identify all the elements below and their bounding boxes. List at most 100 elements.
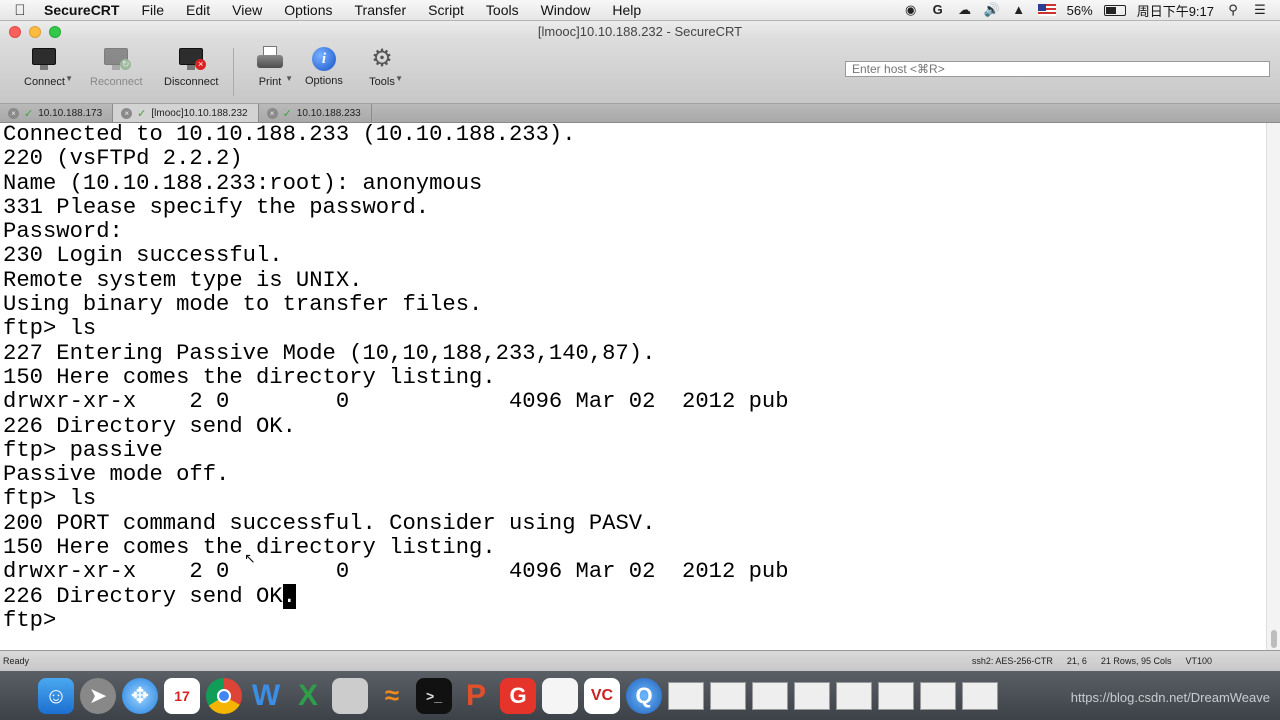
terminal-line: Name (10.10.188.233:root): anonymous [3,170,483,196]
tab-close-icon[interactable]: × [121,107,133,119]
tab-session-173[interactable]: × ✓ 10.10.188.173 [0,104,114,122]
launchpad-rocket-icon[interactable]: ➤ [80,677,116,714]
window-titlebar: [lmooc]10.10.188.232 - SecureCRT [0,21,1280,42]
battery-percent: 56% [1066,2,1093,18]
terminal-line: 150 Here comes the directory listing. [3,535,496,561]
minimized-window-thumb[interactable] [962,681,998,710]
status-details: ssh2: AES-256-CTR 21, 6 21 Rows, 95 Cols… [972,651,1212,671]
chrome-icon[interactable] [206,677,242,714]
minimized-window-thumb[interactable] [836,681,872,710]
options-button[interactable]: i Options [305,46,343,87]
terminal-line: 150 Here comes the directory listing. [3,364,496,390]
notification-list-icon[interactable]: ☰ [1252,3,1268,17]
session-tab-bar: × ✓ 10.10.188.173 × ✓ [lmooc]10.10.188.2… [0,104,1280,123]
print-label: Print [258,76,282,88]
tab-close-icon[interactable]: × [266,107,278,119]
calendar-icon[interactable]: 17 [164,677,200,714]
tools-button[interactable]: ⚙ Tools ▼ [369,46,403,89]
disconnect-button[interactable]: × Disconnect [164,46,218,88]
minimized-window-thumb[interactable] [878,681,914,710]
terminal-line: Remote system type is UNIX. [3,267,363,293]
text-cursor: . [282,583,296,609]
menu-app-name[interactable]: SecureCRT [40,2,130,18]
minimized-window-thumb[interactable] [752,681,788,710]
tools-label: Tools [369,76,395,88]
powerpoint-icon[interactable]: P [458,678,494,714]
tools-dropdown-icon[interactable]: ▼ [395,74,403,83]
status-terminal-size: 21 Rows, 95 Cols [1100,656,1172,666]
menu-transfer[interactable]: Transfer [344,2,418,18]
terminal-line: 227 Entering Passive Mode (10,10,188,233… [3,340,656,366]
reconnect-icon: ↻ [101,46,132,72]
terminal-line: ftp> ls [3,316,97,342]
volume-icon[interactable]: 🔊 [984,3,1000,17]
tab-session-233[interactable]: × ✓ 10.10.188.233 [259,104,372,122]
print-button[interactable]: Print ▼ [255,46,293,88]
terminal-line: Using binary mode to transfer files. [3,292,483,318]
zoom-window-button[interactable] [49,26,61,38]
record-icon[interactable]: ◉ [903,3,919,17]
enter-host-input[interactable] [845,61,1270,77]
spotlight-search-icon[interactable]: ⚲ [1225,3,1241,17]
minimized-window-thumb[interactable] [794,681,830,710]
wave-app-icon[interactable]: ≈ [374,678,410,714]
preview-document-icon[interactable] [332,677,368,714]
connect-label: Connect [24,76,65,88]
terminal-app-icon[interactable]: >_ [416,677,452,714]
close-window-button[interactable] [9,26,21,38]
menu-tools[interactable]: Tools [475,2,530,18]
vnc-icon[interactable]: VC [584,677,620,714]
tab-session-232[interactable]: × ✓ [lmooc]10.10.188.232 [113,104,259,122]
menu-edit[interactable]: Edit [175,2,221,18]
status-area: ◉ G ☁ 🔊 ▲ 56% 周日下午9:17 ⚲ ☰ [903,1,1280,20]
safari-compass-icon[interactable]: ✥ [122,677,158,714]
tab-label: [lmooc]10.10.188.232 [151,107,248,119]
terminal-view[interactable]: Connected to 10.10.188.233 (10.10.188.23… [0,123,1266,650]
excel-icon[interactable]: X [290,678,326,714]
input-source-flag-icon[interactable] [1037,4,1056,16]
g-app-dock-icon[interactable]: G [500,677,536,714]
connect-button[interactable]: Connect ▼ [24,46,73,88]
menu-file[interactable]: File [130,2,175,18]
print-dropdown-icon[interactable]: ▼ [285,74,293,83]
word-icon[interactable]: W [248,678,284,714]
terminal-line: 200 PORT command successful. Consider us… [3,510,656,536]
mouse-pointer-icon: ↖ [244,550,256,566]
finder-icon[interactable]: ☺ [38,677,74,714]
apple-menu-icon[interactable]:  [0,2,40,19]
connected-check-icon: ✓ [24,107,34,120]
minimized-window-thumb[interactable] [920,681,956,710]
status-emulation: VT100 [1185,656,1212,666]
battery-icon[interactable] [1103,4,1126,16]
terminal-line: 230 Login successful. [3,243,283,269]
menubar-clock[interactable]: 周日下午9:17 [1137,1,1214,20]
terminal-line: 331 Please specify the password. [3,194,430,220]
terminal-line: drwxr-xr-x 2 0 0 4096 Mar 02 2012 pub [3,559,789,585]
quicktime-icon[interactable]: Q [626,677,662,714]
window-title: [lmooc]10.10.188.232 - SecureCRT [537,24,743,39]
terminal-output: Connected to 10.10.188.233 (10.10.188.23… [3,123,789,633]
minimized-window-thumb[interactable] [710,681,746,710]
reconnect-label: Reconnect [90,76,143,88]
reconnect-button[interactable]: ↻ Reconnect [90,46,143,88]
tab-label: 10.10.188.233 [296,107,361,119]
menu-window[interactable]: Window [530,2,602,18]
menu-view[interactable]: View [221,2,273,18]
minimized-window-thumb[interactable] [668,681,704,710]
scrollbar-thumb[interactable] [1271,630,1277,648]
menu-help[interactable]: Help [601,2,652,18]
wifi-icon[interactable]: ▲ [1011,3,1027,17]
tab-close-icon[interactable]: × [8,107,19,119]
cloud-icon[interactable]: ☁ [957,3,973,17]
menu-options[interactable]: Options [273,2,343,18]
g-app-icon[interactable]: G [930,3,946,17]
terminal-scrollbar[interactable] [1266,123,1280,650]
connected-check-icon: ✓ [137,107,147,120]
terminal-line: Connected to 10.10.188.233 (10.10.188.23… [3,123,576,147]
menu-script[interactable]: Script [417,2,475,18]
notes-document-icon[interactable] [542,677,578,714]
connect-dropdown-icon[interactable]: ▼ [65,74,73,83]
minimize-window-button[interactable] [29,26,41,38]
options-label: Options [305,75,343,87]
terminal-line: Passive mode off. [3,462,230,488]
